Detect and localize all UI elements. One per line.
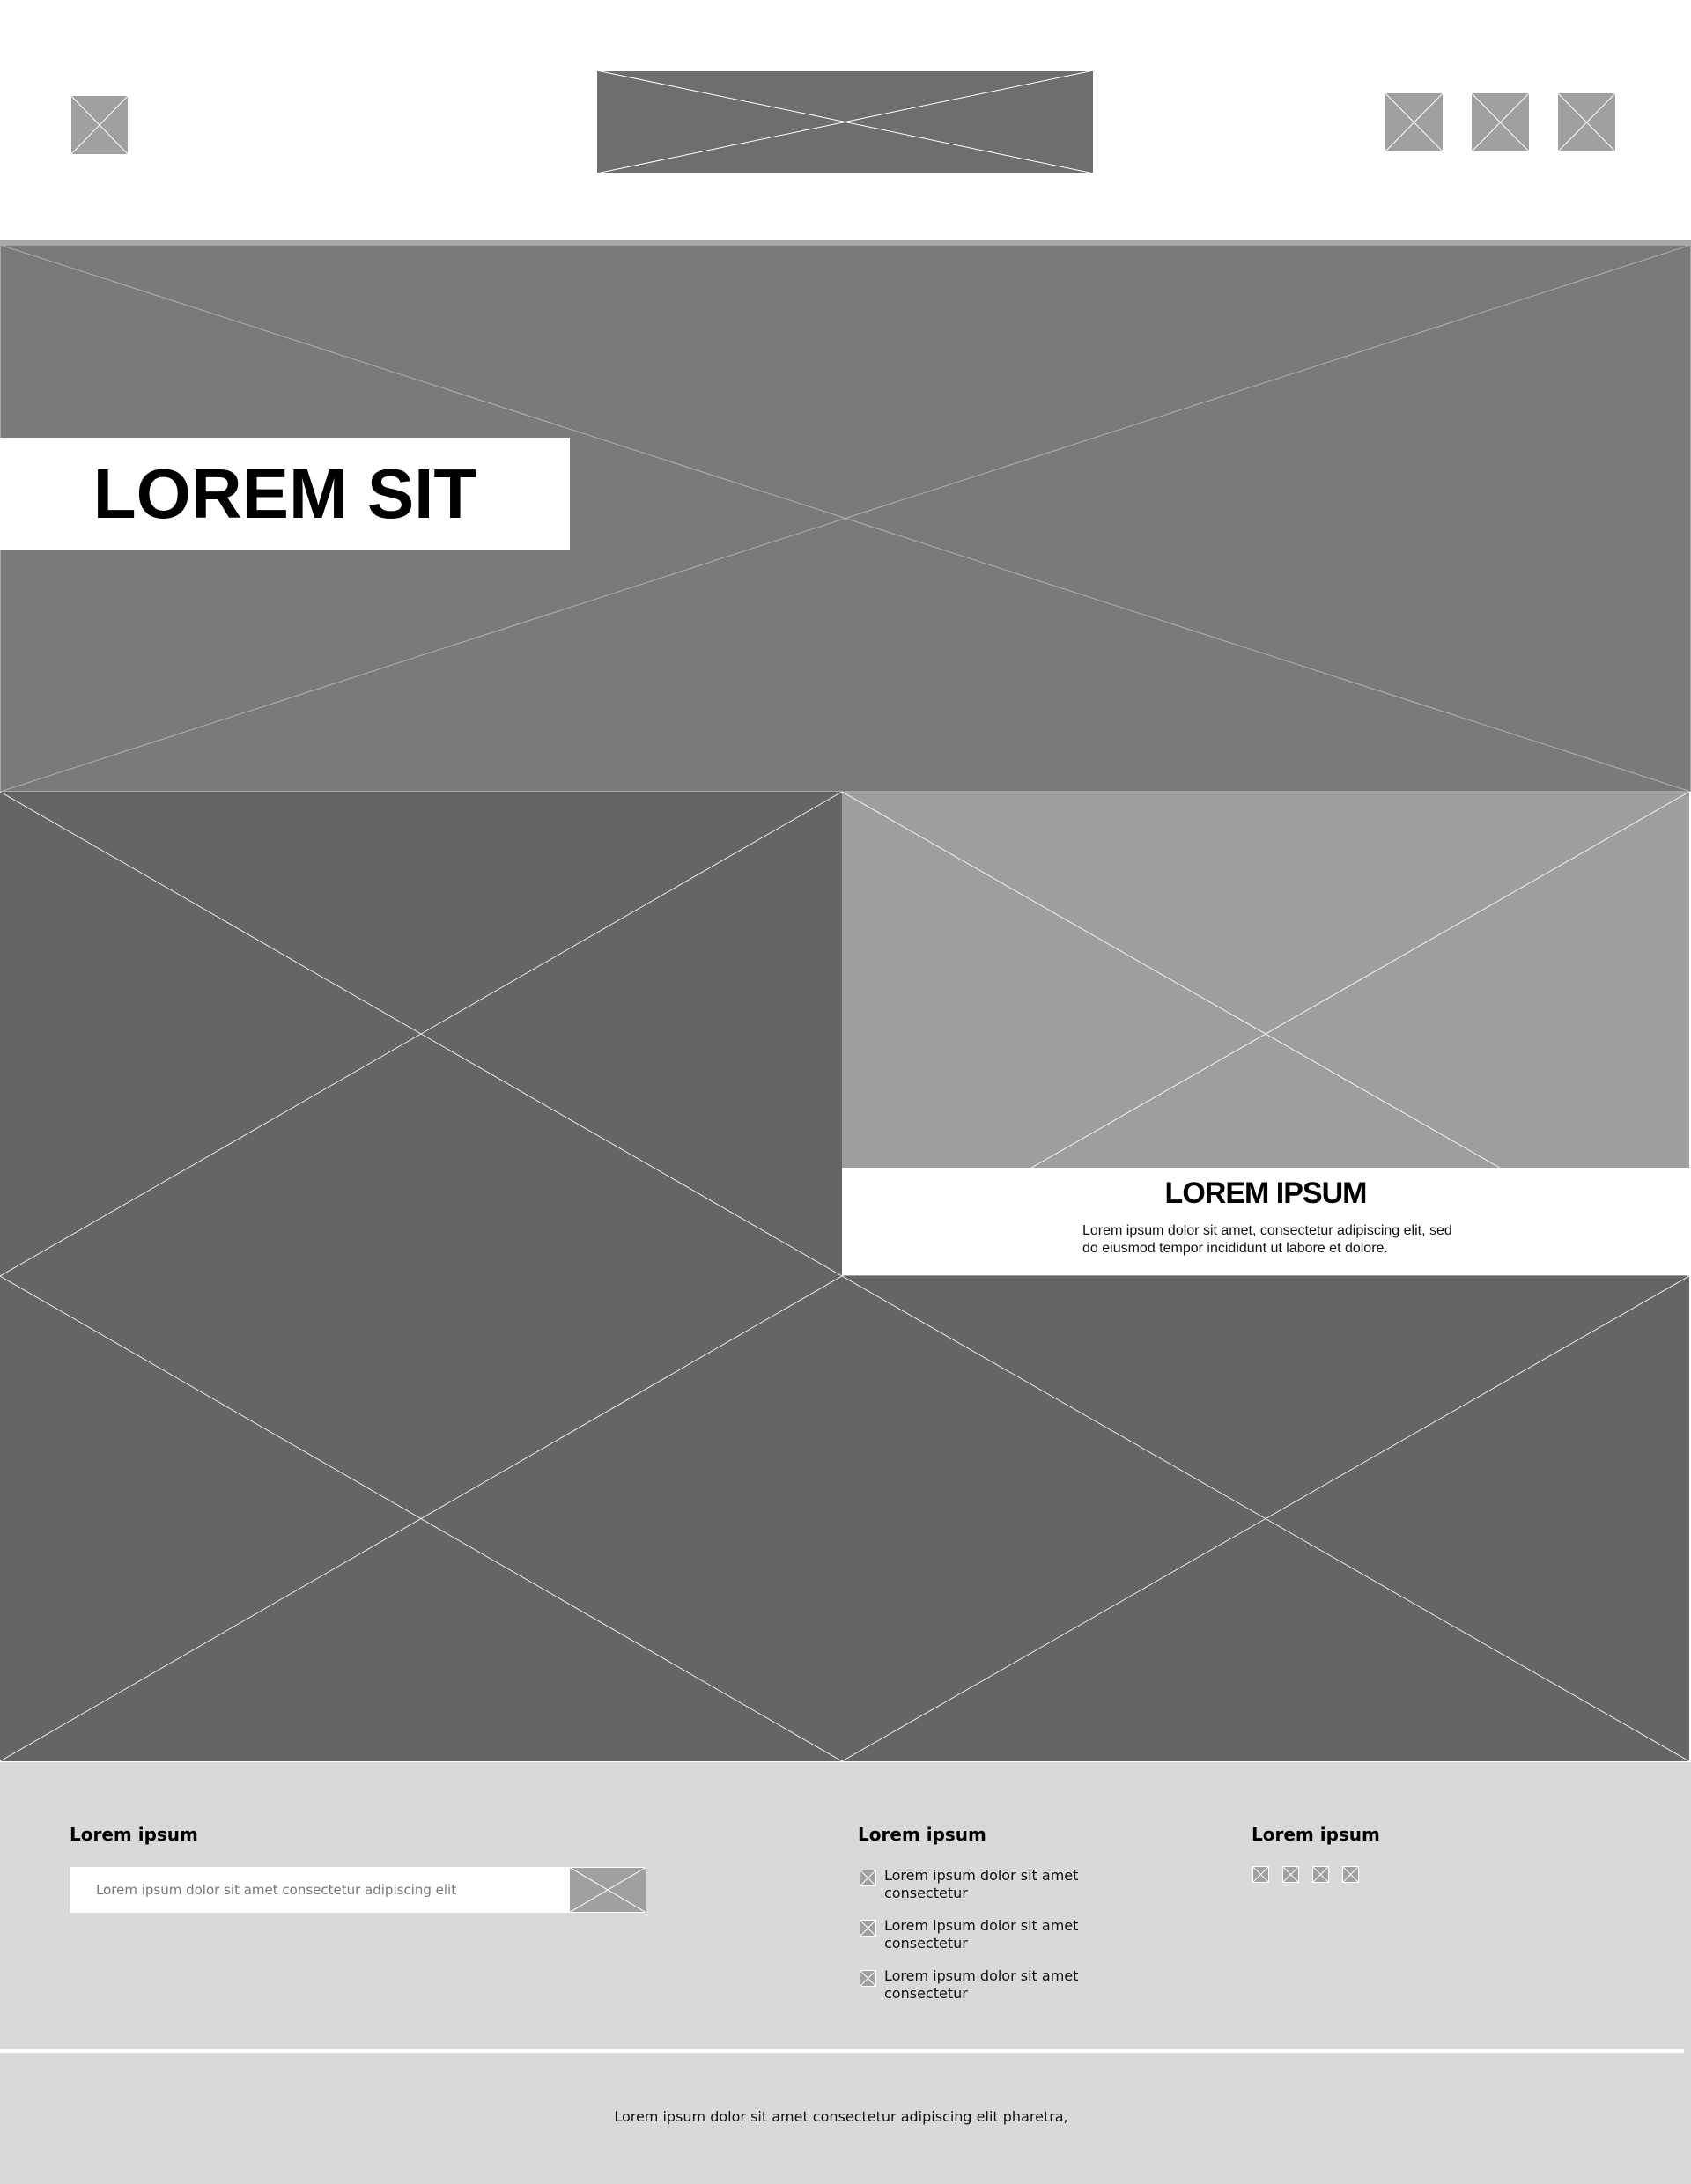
contact-item-icon (860, 1970, 876, 1987)
logo-placeholder-icon[interactable] (70, 95, 129, 155)
social-1-icon[interactable] (1252, 1866, 1269, 1883)
contact-item-icon (860, 1870, 876, 1886)
header-action-2-icon[interactable] (1471, 92, 1530, 152)
feature-card-body: Lorem ipsum dolor sit amet, consectetur … (1082, 1223, 1452, 1256)
newsletter-email-input[interactable] (70, 1867, 569, 1913)
social-heading: Lorem ipsum (1252, 1824, 1380, 1845)
hero-title-box: LOREM SIT (0, 438, 570, 550)
feature-card-title: LOREM IPSUM (1164, 1177, 1368, 1210)
contact-item-text: Lorem ipsum dolor sit amet consectetur (884, 1967, 1079, 2002)
header-banner-image (596, 70, 1094, 173)
tile-image-large[interactable] (0, 792, 842, 1276)
social-4-icon[interactable] (1342, 1866, 1359, 1883)
hero-title: LOREM SIT (92, 454, 477, 533)
header-action-3-icon[interactable] (1557, 92, 1616, 152)
social-2-icon[interactable] (1282, 1866, 1299, 1883)
feature-card: LOREM IPSUM Lorem ipsum dolor sit amet, … (842, 1168, 1689, 1275)
contact-item-icon (860, 1920, 876, 1937)
contact-item-text: Lorem ipsum dolor sit amet consectetur (884, 1867, 1079, 1901)
contact-heading: Lorem ipsum (858, 1824, 986, 1845)
social-3-icon[interactable] (1312, 1866, 1329, 1883)
footer-divider (0, 2049, 1684, 2053)
tile-image-bottom-left[interactable] (0, 1276, 842, 1761)
contact-item-text: Lorem ipsum dolor sit amet consectetur (884, 1917, 1079, 1952)
header-action-1-icon[interactable] (1385, 92, 1444, 152)
footer-copyright: Lorem ipsum dolor sit amet consectetur a… (614, 2108, 1068, 2125)
tile-image-bottom-right[interactable] (842, 1276, 1689, 1761)
newsletter-submit-button[interactable] (569, 1867, 646, 1913)
newsletter-heading: Lorem ipsum (70, 1824, 198, 1845)
